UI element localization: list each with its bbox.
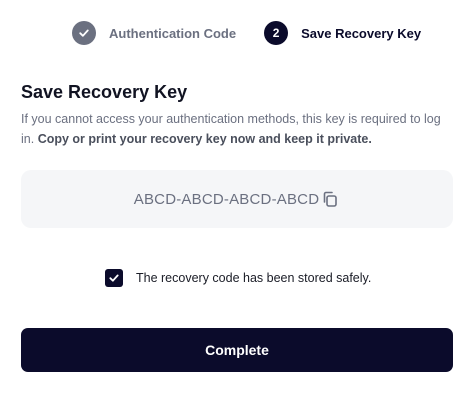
checkmark-icon [109,274,119,282]
step-number-badge: 2 [264,21,289,45]
stored-safely-label: The recovery code has been stored safely… [136,271,372,285]
complete-button[interactable]: Complete [21,328,453,372]
description: If you cannot access your authentication… [21,109,453,149]
step-label-authentication-code: Authentication Code [109,25,237,41]
step-save-recovery-key: 2 Save Recovery Key [264,21,421,45]
copy-key-button[interactable] [320,189,340,209]
stored-safely-confirmation[interactable]: The recovery code has been stored safely… [105,269,371,287]
step-authentication-code: Authentication Code [72,21,236,45]
copy-icon [323,191,338,207]
recovery-key-box: ABCD-ABCD-ABCD-ABCD [21,170,453,228]
page-title: Save Recovery Key [21,82,188,102]
step-label-save-recovery-key: Save Recovery Key [301,25,422,41]
check-icon [79,29,89,37]
step-completed-indicator [72,21,96,45]
stepper: Authentication Code 2 Save Recovery Key [72,21,421,45]
stored-safely-checkbox[interactable] [105,269,123,287]
description-emphasis: Copy or print your recovery key now and … [37,132,372,146]
recovery-key-page: Authentication Code 2 Save Recovery Key … [0,0,472,402]
recovery-key-value: ABCD-ABCD-ABCD-ABCD [133,190,320,208]
